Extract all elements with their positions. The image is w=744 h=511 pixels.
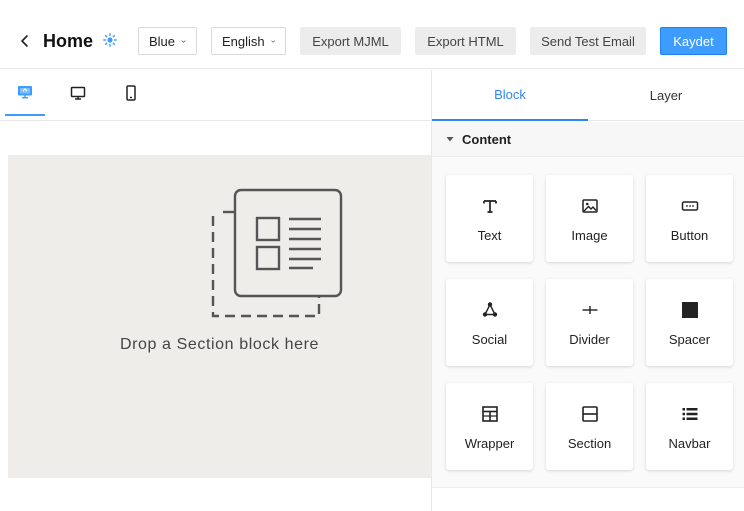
panel-tabs: Block Layer bbox=[432, 70, 744, 121]
block-label: Text bbox=[477, 228, 502, 243]
navbar-icon bbox=[682, 408, 697, 420]
block-section[interactable]: Section bbox=[546, 383, 633, 470]
block-image[interactable]: Image bbox=[546, 175, 633, 262]
block-navbar[interactable]: Navbar bbox=[646, 383, 733, 470]
device-tab-desktop[interactable] bbox=[58, 70, 98, 116]
export-mjml-button[interactable]: Export MJML bbox=[300, 27, 401, 55]
block-label: Navbar bbox=[668, 436, 711, 451]
block-divider[interactable]: Divider bbox=[546, 279, 633, 366]
chevron-down-icon bbox=[181, 39, 186, 43]
divider-icon bbox=[582, 306, 597, 314]
block-text[interactable]: Text bbox=[446, 175, 533, 262]
content-section-toggle[interactable]: Content bbox=[432, 122, 744, 157]
chevron-down-icon bbox=[271, 39, 275, 43]
block-wrapper[interactable]: Wrapper bbox=[446, 383, 533, 470]
language-select-value: English bbox=[222, 33, 265, 49]
mobile-icon bbox=[126, 85, 136, 101]
social-icon bbox=[482, 302, 497, 317]
block-label: Wrapper bbox=[464, 436, 515, 451]
image-icon bbox=[581, 199, 598, 213]
sun-icon[interactable] bbox=[103, 33, 117, 47]
language-select[interactable]: English bbox=[211, 27, 286, 55]
section-title: Content bbox=[462, 131, 512, 147]
block-grid: Text Image Button Social Divider Spacer … bbox=[432, 158, 744, 488]
monitor-icon bbox=[70, 86, 86, 100]
block-label: Spacer bbox=[668, 332, 711, 347]
device-preview-bar bbox=[0, 70, 431, 121]
drop-hint: Drop a Section block here bbox=[119, 336, 320, 353]
button-icon bbox=[681, 201, 698, 211]
device-tab-mobile[interactable] bbox=[111, 70, 151, 116]
device-tab-edit[interactable] bbox=[5, 70, 45, 116]
theme-select-value: Blue bbox=[149, 33, 176, 49]
tab-block[interactable]: Block bbox=[432, 70, 588, 121]
wrapper-icon bbox=[481, 406, 498, 422]
tab-layer[interactable]: Layer bbox=[588, 70, 744, 121]
caret-down-icon bbox=[446, 137, 454, 142]
block-social[interactable]: Social bbox=[446, 279, 533, 366]
chevron-left-icon bbox=[21, 35, 28, 47]
block-label: Button bbox=[670, 228, 709, 243]
back-button[interactable] bbox=[18, 30, 32, 52]
send-test-email-button[interactable]: Send Test Email bbox=[530, 27, 646, 55]
top-toolbar: Home Blue English Export MJML Export HTM… bbox=[0, 0, 744, 69]
block-label: Social bbox=[471, 332, 508, 347]
save-button[interactable]: Kaydet bbox=[660, 27, 727, 55]
spacer-icon bbox=[681, 302, 698, 318]
section-icon bbox=[581, 406, 598, 422]
blocks-panel: Block Layer Content Text Image Button So… bbox=[431, 70, 744, 511]
page-title: Home bbox=[43, 31, 94, 51]
desktop-preview-icon bbox=[18, 86, 32, 99]
theme-select[interactable]: Blue bbox=[138, 27, 197, 55]
block-label: Section bbox=[567, 436, 612, 451]
text-icon bbox=[482, 200, 497, 213]
block-spacer[interactable]: Spacer bbox=[646, 279, 733, 366]
section-placeholder-icon bbox=[203, 188, 343, 322]
block-label: Divider bbox=[569, 332, 610, 347]
export-html-button[interactable]: Export HTML bbox=[415, 27, 516, 55]
block-button[interactable]: Button bbox=[646, 175, 733, 262]
block-label: Image bbox=[571, 228, 608, 243]
